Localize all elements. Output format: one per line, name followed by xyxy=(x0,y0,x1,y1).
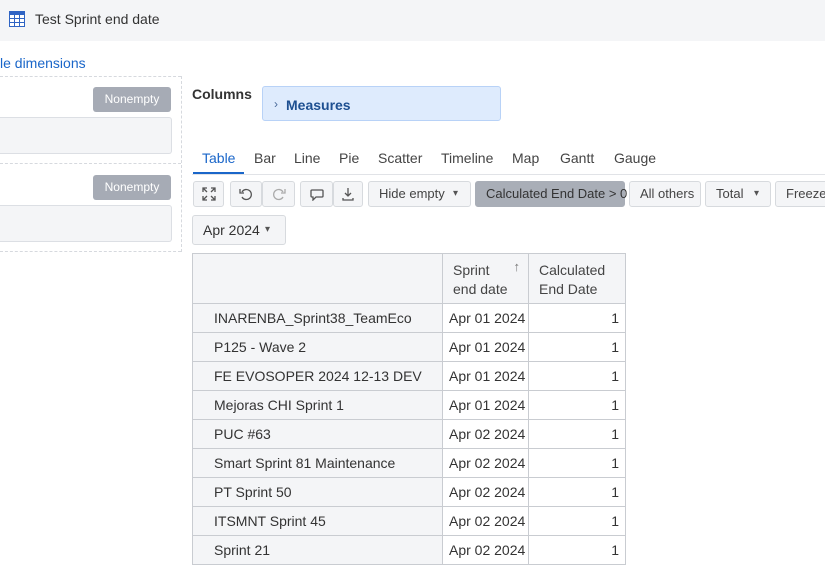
freeze-label: Freeze xyxy=(786,186,825,201)
report-title: Test Sprint end date xyxy=(35,11,160,27)
column-header-calculated-end-date[interactable]: Calculated End Date xyxy=(528,253,626,304)
measures-label: Measures xyxy=(286,97,351,113)
hide-empty-label: Hide empty xyxy=(379,186,445,201)
redo-icon xyxy=(272,188,286,201)
comment-button[interactable] xyxy=(300,181,333,207)
undo-button[interactable] xyxy=(230,181,262,207)
table-header-row: Sprint end date ↑ Calculated End Date xyxy=(192,253,626,304)
filter-chip-label: Calculated End Date > 0 xyxy=(486,186,628,201)
tab-gauge[interactable]: Gauge xyxy=(614,150,656,166)
sprint-end-date-cell: Apr 01 2024 xyxy=(442,390,529,420)
calculated-end-date-cell: 1 xyxy=(528,332,626,362)
sprint-end-date-cell: Apr 02 2024 xyxy=(442,448,529,478)
all-others-label: All others xyxy=(640,186,695,201)
row-member-name[interactable]: PT Sprint 50 xyxy=(192,477,443,507)
table-row: Sprint 21 Apr 02 2024 1 xyxy=(192,535,626,565)
row-member-name[interactable]: FE EVOSOPER 2024 12-13 DEV xyxy=(192,361,443,391)
report-table: Sprint end date ↑ Calculated End Date INAR… xyxy=(192,253,626,565)
fullscreen-button[interactable] xyxy=(193,181,224,207)
calculated-end-date-cell: 1 xyxy=(528,506,626,536)
comment-icon xyxy=(309,189,324,201)
row-member-name[interactable]: Sprint 21 xyxy=(192,535,443,565)
freeze-button[interactable]: Freeze xyxy=(775,181,825,207)
dimensions-link[interactable]: le dimensions xyxy=(0,55,86,71)
table-row: FE EVOSOPER 2024 12-13 DEV Apr 01 2024 1 xyxy=(192,361,626,391)
pages-drop-area[interactable] xyxy=(0,205,172,242)
header-label: End Date xyxy=(539,281,598,297)
total-label: Total xyxy=(716,186,744,201)
calculated-end-date-cell: 1 xyxy=(528,361,626,391)
sprint-end-date-cell: Apr 02 2024 xyxy=(442,535,529,565)
columns-label: Columns xyxy=(192,86,252,102)
all-others-button[interactable]: All others xyxy=(629,181,701,207)
chevron-down-icon: ▾ xyxy=(754,188,760,199)
tab-timeline[interactable]: Timeline xyxy=(441,150,493,166)
tab-table[interactable]: Table xyxy=(202,150,235,166)
row-member-name[interactable]: INARENBA_Sprint38_TeamEco xyxy=(192,303,443,333)
divider xyxy=(0,76,181,77)
table-row: P125 - Wave 2 Apr 01 2024 1 xyxy=(192,332,626,362)
calculated-end-date-cell: 1 xyxy=(528,303,626,333)
sort-ascending-icon[interactable]: ↑ xyxy=(514,259,521,274)
export-button[interactable] xyxy=(333,181,363,207)
sprint-end-date-cell: Apr 01 2024 xyxy=(442,303,529,333)
table-icon xyxy=(9,11,25,27)
hide-empty-dropdown[interactable]: Hide empty ▾ xyxy=(368,181,471,207)
calculated-end-date-cell: 1 xyxy=(528,419,626,449)
undo-icon xyxy=(239,188,252,201)
header-label: Sprint xyxy=(453,262,490,278)
tab-scatter[interactable]: Scatter xyxy=(378,150,422,166)
row-member-name[interactable]: Mejoras CHI Sprint 1 xyxy=(192,390,443,420)
row-member-name[interactable]: ITSMNT Sprint 45 xyxy=(192,506,443,536)
redo-button[interactable] xyxy=(262,181,295,207)
table-body: INARENBA_Sprint38_TeamEco Apr 01 2024 1 P12… xyxy=(192,303,626,565)
sprint-end-date-cell: Apr 01 2024 xyxy=(442,361,529,391)
rows-drop-area[interactable] xyxy=(0,117,172,154)
fullscreen-icon xyxy=(201,187,216,201)
table-row: Smart Sprint 81 Maintenance Apr 02 2024 1 xyxy=(192,448,626,478)
divider xyxy=(192,174,825,175)
divider xyxy=(0,251,181,252)
table-row: ITSMNT Sprint 45 Apr 02 2024 1 xyxy=(192,506,626,536)
export-icon xyxy=(342,188,354,201)
divider xyxy=(0,163,181,164)
tab-pie[interactable]: Pie xyxy=(339,150,359,166)
row-member-name[interactable]: P125 - Wave 2 xyxy=(192,332,443,362)
sprint-end-date-cell: Apr 01 2024 xyxy=(442,332,529,362)
tab-bar[interactable]: Bar xyxy=(254,150,276,166)
sprint-end-date-cell: Apr 02 2024 xyxy=(442,477,529,507)
chevron-down-icon: ▾ xyxy=(265,224,271,235)
column-header-sprint-end-date[interactable]: Sprint end date ↑ xyxy=(442,253,529,304)
chevron-right-icon: › xyxy=(274,97,278,111)
report-header: Test Sprint end date xyxy=(0,0,825,41)
header-label: Calculated xyxy=(539,262,606,278)
page-filter-dropdown[interactable]: Apr 2024 ▾ xyxy=(192,215,286,245)
total-dropdown[interactable]: Total ▾ xyxy=(705,181,771,207)
rows-nonempty-button[interactable]: Nonempty xyxy=(93,87,171,112)
table-row: INARENBA_Sprint38_TeamEco Apr 01 2024 1 xyxy=(192,303,626,333)
table-row: PT Sprint 50 Apr 02 2024 1 xyxy=(192,477,626,507)
chevron-down-icon: ▾ xyxy=(453,188,459,199)
row-member-name[interactable]: PUC #63 xyxy=(192,419,443,449)
panel-divider xyxy=(181,76,182,252)
row-member-name[interactable]: Smart Sprint 81 Maintenance xyxy=(192,448,443,478)
header-label: end date xyxy=(453,281,508,297)
tab-map[interactable]: Map xyxy=(512,150,539,166)
tab-gantt[interactable]: Gantt xyxy=(560,150,594,166)
tab-line[interactable]: Line xyxy=(294,150,320,166)
sprint-end-date-cell: Apr 02 2024 xyxy=(442,506,529,536)
pages-nonempty-button[interactable]: Nonempty xyxy=(93,175,171,200)
table-row: PUC #63 Apr 02 2024 1 xyxy=(192,419,626,449)
page-filter-value: Apr 2024 xyxy=(203,222,260,238)
calculated-end-date-cell: 1 xyxy=(528,477,626,507)
measures-chip[interactable]: › Measures xyxy=(262,86,501,121)
calculated-end-date-cell: 1 xyxy=(528,535,626,565)
row-header-corner xyxy=(192,253,443,304)
calculated-end-date-filter-chip[interactable]: Calculated End Date > 0 xyxy=(475,181,628,207)
table-row: Mejoras CHI Sprint 1 Apr 01 2024 1 xyxy=(192,390,626,420)
calculated-end-date-cell: 1 xyxy=(528,448,626,478)
calculated-end-date-cell: 1 xyxy=(528,390,626,420)
sprint-end-date-cell: Apr 02 2024 xyxy=(442,419,529,449)
